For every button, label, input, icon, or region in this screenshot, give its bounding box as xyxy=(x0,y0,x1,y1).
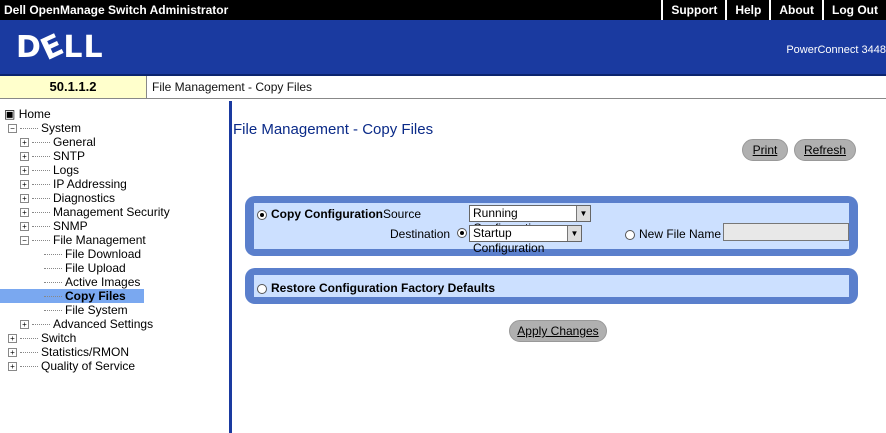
expand-icon[interactable]: + xyxy=(20,222,29,232)
print-button[interactable]: Print xyxy=(742,139,788,161)
tree-management-security[interactable]: + Management Security xyxy=(20,205,170,219)
apply-changes-button[interactable]: Apply Changes xyxy=(509,320,607,342)
expand-icon[interactable]: + xyxy=(20,166,29,176)
top-bar: Dell OpenManage Switch Administrator Sup… xyxy=(0,0,886,20)
expand-icon[interactable]: + xyxy=(20,152,29,162)
restore-defaults-option[interactable]: Restore Configuration Factory Defaults xyxy=(257,281,495,295)
refresh-button[interactable]: Refresh xyxy=(794,139,856,161)
tree-statistics-rmon[interactable]: + Statistics/RMON xyxy=(8,345,129,359)
tree-system[interactable]: − System xyxy=(8,121,81,135)
ip-bar: 50.1.1.2 File Management - Copy Files xyxy=(0,76,886,99)
help-link[interactable]: Help xyxy=(725,0,769,20)
expand-icon[interactable]: + xyxy=(8,334,17,344)
destination-select[interactable]: Startup Configuration ▼ xyxy=(469,225,582,255)
new-file-radio[interactable] xyxy=(625,229,635,240)
dell-logo: DELL xyxy=(16,27,104,68)
banner: DELL PowerConnect 3448 xyxy=(0,20,886,76)
collapse-icon[interactable]: − xyxy=(20,236,29,246)
tree-active-images[interactable]: Active Images xyxy=(44,275,140,289)
support-link[interactable]: Support xyxy=(661,0,725,20)
app-title: Dell OpenManage Switch Administrator xyxy=(4,3,229,17)
restore-defaults-radio[interactable] xyxy=(257,283,267,294)
tree-home[interactable]: ▣ Home xyxy=(4,107,51,121)
expand-icon[interactable]: + xyxy=(20,180,29,190)
tree-file-management[interactable]: − File Management xyxy=(20,233,146,247)
tree-advanced-settings[interactable]: + Advanced Settings xyxy=(20,317,153,331)
page-title: File Management - Copy Files xyxy=(233,121,434,138)
copy-config-radio[interactable] xyxy=(257,209,267,220)
expand-icon[interactable]: + xyxy=(20,138,29,148)
logout-link[interactable]: Log Out xyxy=(822,0,886,20)
tree-general[interactable]: + General xyxy=(20,135,96,149)
expand-icon[interactable]: + xyxy=(8,348,17,358)
tree-ip-addressing[interactable]: + IP Addressing xyxy=(20,177,127,191)
main-content: File Management - Copy Files Print Refre… xyxy=(233,101,886,433)
breadcrumb: File Management - Copy Files xyxy=(152,80,313,94)
tree-file-system[interactable]: File System xyxy=(44,303,128,317)
source-select[interactable]: Running Configuration▼ xyxy=(469,205,591,235)
expand-icon[interactable]: + xyxy=(20,194,29,204)
tree-diagnostics[interactable]: + Diagnostics xyxy=(20,191,115,205)
chevron-down-icon: ▼ xyxy=(576,206,590,221)
tree-quality-of-service[interactable]: + Quality of Service xyxy=(8,359,135,373)
nav-tree: ▣ Home − System + General + SNTP + Logs + IP … xyxy=(0,101,232,433)
tree-file-upload[interactable]: File Upload xyxy=(44,261,126,275)
tree-copy-files[interactable]: Copy Files xyxy=(0,289,144,303)
expand-icon[interactable]: + xyxy=(20,320,29,330)
new-file-name-input[interactable] xyxy=(723,223,849,241)
tree-file-download[interactable]: File Download xyxy=(44,247,141,261)
tree-logs[interactable]: + Logs xyxy=(20,163,79,177)
source-label: Source xyxy=(383,207,422,221)
expand-icon[interactable]: + xyxy=(20,208,29,218)
collapse-icon[interactable]: − xyxy=(8,124,17,134)
home-icon: ▣ xyxy=(4,107,16,121)
copy-config-option[interactable]: Copy Configuration xyxy=(257,207,383,221)
expand-icon[interactable]: + xyxy=(8,362,17,372)
switch-ip: 50.1.1.2 xyxy=(0,76,147,98)
model-name: PowerConnect 3448 xyxy=(786,44,886,56)
tree-sntp[interactable]: + SNTP xyxy=(20,149,85,163)
top-links: Support Help About Log Out xyxy=(661,0,886,20)
chevron-down-icon: ▼ xyxy=(567,226,581,241)
about-link[interactable]: About xyxy=(769,0,822,20)
destination-label: Destination xyxy=(390,227,451,241)
tree-switch[interactable]: + Switch xyxy=(8,331,76,345)
tree-snmp[interactable]: + SNMP xyxy=(20,219,88,233)
new-file-option[interactable]: New File Name xyxy=(625,227,721,241)
